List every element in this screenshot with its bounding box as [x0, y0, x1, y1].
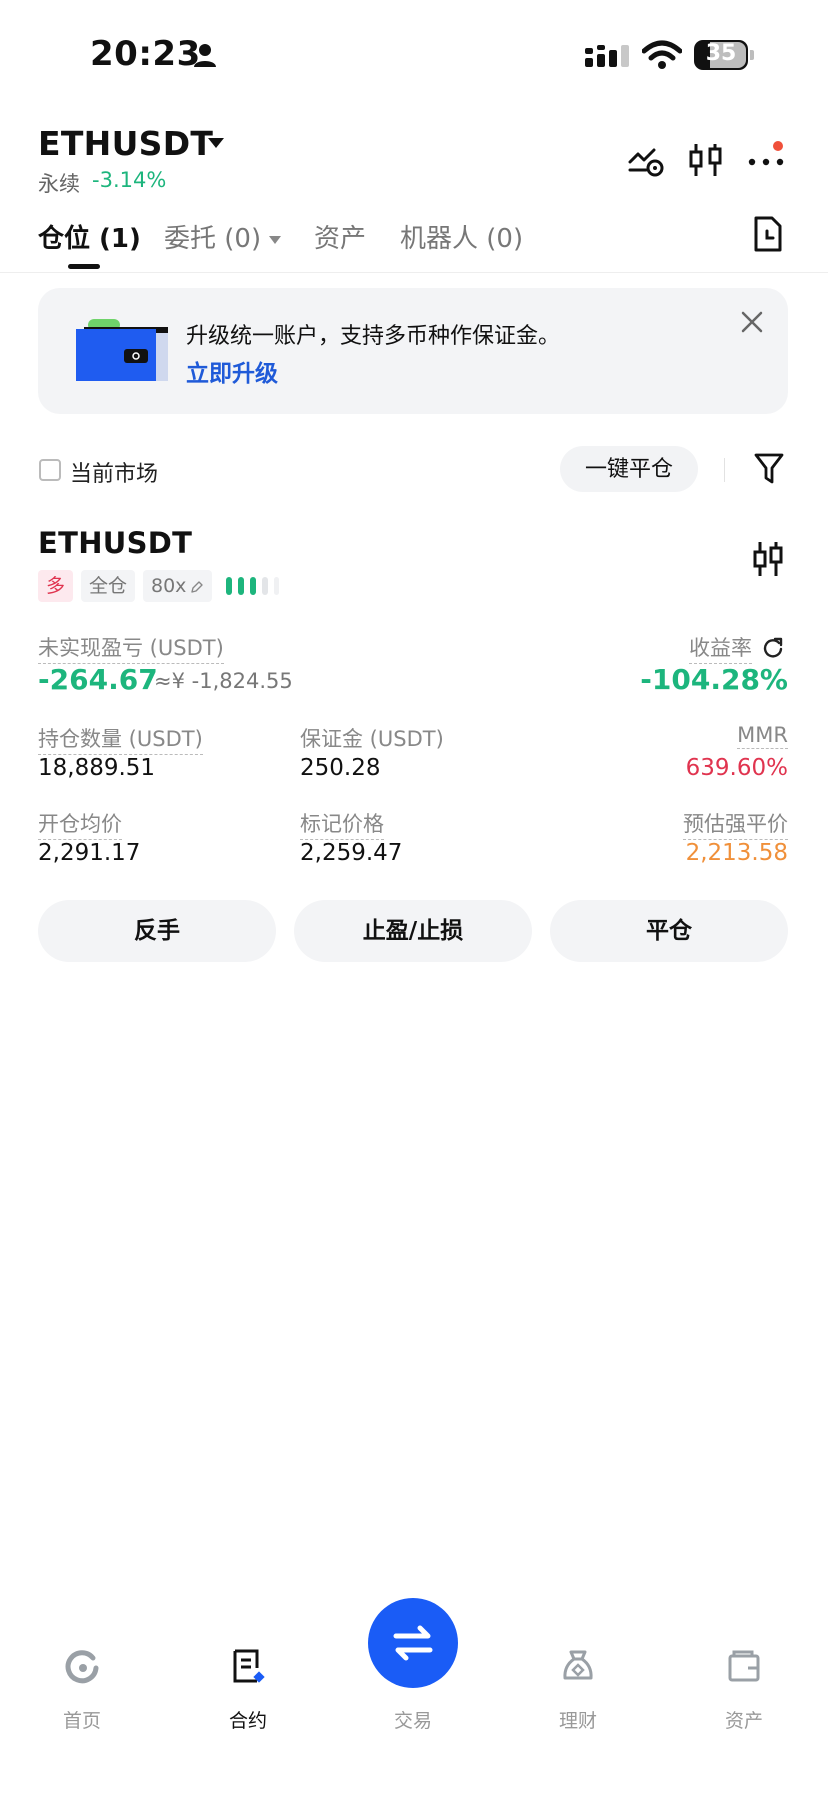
margin-mode-badge: 全仓 — [81, 570, 136, 602]
mark-price-label[interactable]: 标记价格 — [300, 808, 384, 840]
nav-trade-label: 交易 — [393, 1710, 432, 1732]
battery-indicator: 35 — [694, 40, 748, 70]
home-icon — [65, 1650, 99, 1684]
nav-contract[interactable]: 合约 — [188, 1622, 308, 1732]
nav-finance-label: 理财 — [558, 1710, 597, 1732]
roi-label[interactable]: 收益率 — [689, 632, 752, 664]
status-bar: 20:23 35 — [0, 0, 828, 110]
wifi-icon — [642, 40, 682, 69]
candlestick-chart-icon[interactable] — [752, 540, 784, 578]
upnl-cny-value: ≈¥ -1,824.55 — [154, 669, 293, 693]
margin-value: 250.28 — [300, 755, 381, 781]
nav-assets[interactable]: 资产 — [684, 1622, 804, 1732]
roi-value: -104.28% — [640, 663, 788, 696]
tab-assets[interactable]: 资产 — [314, 218, 366, 255]
notification-dot — [773, 141, 783, 151]
current-market-label[interactable]: 当前市场 — [70, 456, 158, 488]
mmr-value: 639.60% — [685, 755, 788, 781]
position-size-label[interactable]: 持仓数量 (USDT) — [38, 723, 203, 755]
upnl-value: -264.67 — [38, 663, 158, 696]
nav-assets-label: 资产 — [724, 1710, 763, 1732]
current-market-checkbox[interactable] — [39, 459, 61, 481]
battery-level: 35 — [705, 41, 737, 66]
liquidation-price-value: 2,213.58 — [685, 840, 788, 866]
divider — [724, 458, 725, 482]
nav-finance[interactable]: 理财 — [518, 1622, 638, 1732]
active-tab-indicator — [68, 264, 100, 269]
reverse-button[interactable]: 反手 — [38, 900, 276, 962]
nav-contract-label: 合约 — [228, 1710, 267, 1732]
header-divider — [0, 272, 828, 273]
candlestick-chart-icon[interactable] — [686, 140, 726, 180]
entry-price-label[interactable]: 开仓均价 — [38, 808, 122, 840]
price-change: -3.14% — [92, 168, 167, 192]
leverage-value: 80x — [151, 575, 187, 597]
person-icon — [194, 44, 216, 67]
position-symbol[interactable]: ETHUSDT — [38, 526, 192, 560]
tab-positions[interactable]: 仓位 (1) — [38, 218, 141, 255]
pair-selector[interactable]: ETHUSDT — [38, 124, 213, 163]
trade-button[interactable] — [368, 1598, 458, 1688]
risk-level-icon — [226, 577, 279, 595]
upnl-label[interactable]: 未实现盈亏 (USDT) — [38, 632, 224, 664]
contract-type: 永续 — [38, 172, 80, 196]
caret-down-icon[interactable] — [208, 138, 224, 148]
battery-nub — [750, 50, 754, 60]
tab-orders-label: 委托 (0) — [164, 224, 262, 254]
tab-orders[interactable]: 委托 (0) — [164, 218, 282, 255]
mmr-label[interactable]: MMR — [737, 723, 788, 749]
close-position-button[interactable]: 平仓 — [550, 900, 788, 962]
signal-icon — [585, 45, 629, 67]
upgrade-banner[interactable]: 升级统一账户，支持多币种作保证金。 立即升级 — [38, 288, 788, 414]
nav-home[interactable]: 首页 — [22, 1622, 142, 1732]
wallet-illustration — [76, 319, 168, 381]
close-all-button[interactable]: 一键平仓 — [560, 446, 698, 492]
leverage-badge[interactable]: 80x — [143, 570, 213, 602]
refresh-icon[interactable] — [762, 636, 784, 658]
tab-bots[interactable]: 机器人 (0) — [400, 218, 523, 255]
caret-down-icon — [269, 235, 282, 244]
swap-arrows-icon — [393, 1625, 433, 1661]
position-size-value: 18,889.51 — [38, 755, 156, 781]
side-badge: 多 — [38, 570, 74, 602]
margin-label: 保证金 (USDT) — [300, 727, 444, 751]
status-time: 20:23 — [90, 34, 201, 74]
price-alert-icon[interactable] — [626, 140, 666, 180]
wallet-icon — [728, 1650, 760, 1682]
banner-message: 升级统一账户，支持多币种作保证金。 — [186, 324, 561, 349]
mark-price-value: 2,259.47 — [300, 840, 403, 866]
close-icon[interactable] — [738, 308, 766, 336]
nav-home-label: 首页 — [62, 1710, 101, 1732]
upgrade-now-link[interactable]: 立即升级 — [186, 354, 278, 388]
edit-icon — [191, 580, 204, 593]
filter-icon[interactable] — [754, 452, 784, 486]
liquidation-price-label[interactable]: 预估强平价 — [683, 808, 788, 840]
tpsl-button[interactable]: 止盈/止损 — [294, 900, 532, 962]
entry-price-value: 2,291.17 — [38, 840, 141, 866]
history-document-icon[interactable] — [750, 215, 786, 253]
finance-bag-icon — [563, 1650, 593, 1680]
contract-icon — [233, 1649, 265, 1683]
